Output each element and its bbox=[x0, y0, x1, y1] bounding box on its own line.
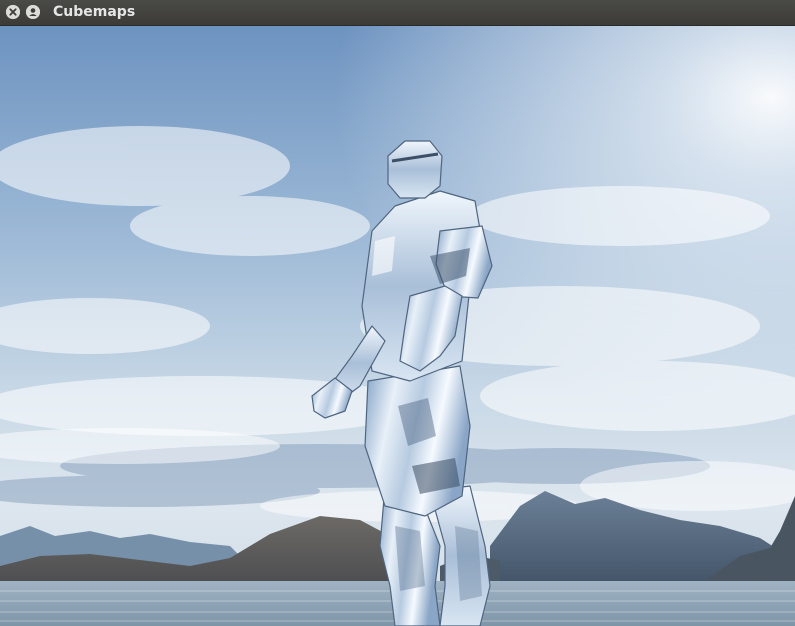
render-viewport[interactable] bbox=[0, 26, 795, 626]
close-icon bbox=[6, 5, 20, 19]
close-button[interactable] bbox=[6, 5, 20, 19]
title-bar[interactable]: Cubemaps bbox=[0, 0, 795, 26]
minimize-icon bbox=[26, 5, 40, 19]
window-title: Cubemaps bbox=[53, 4, 136, 20]
app-window: Cubemaps bbox=[0, 0, 795, 626]
minimize-button[interactable] bbox=[26, 5, 40, 19]
rendered-3d-scene bbox=[0, 26, 795, 626]
